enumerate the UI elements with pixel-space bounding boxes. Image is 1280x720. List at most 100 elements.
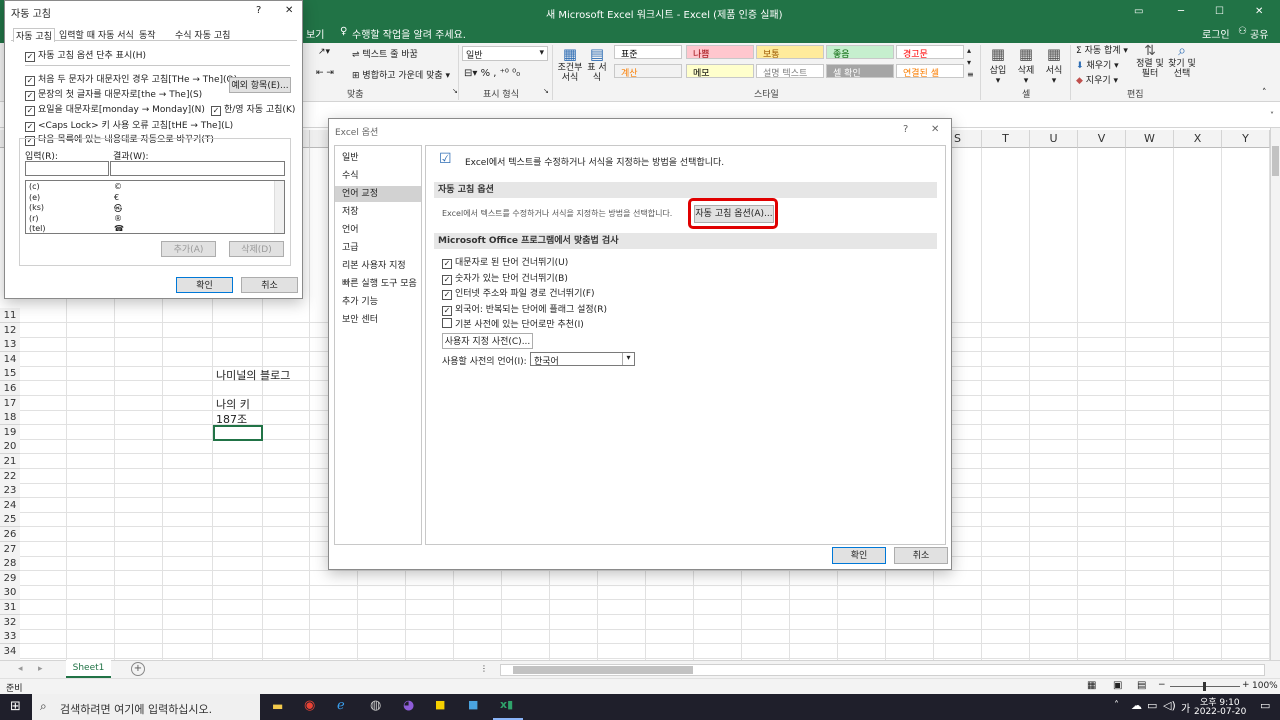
cell-style-option[interactable]: 나쁨 (686, 45, 754, 60)
app-icon[interactable]: ◍ (370, 698, 381, 713)
gallery-more-icon[interactable]: ≡ (967, 70, 974, 79)
clock-date[interactable]: 2022-07-20 (1194, 707, 1246, 717)
gallery-down-icon[interactable]: ▾ (967, 58, 971, 67)
row-header[interactable]: 14 (0, 351, 20, 367)
capitalize-days-checkbox[interactable]: ✓ 요일을 대문자로[monday → Monday](N) (25, 102, 205, 116)
autocorrect-tab[interactable]: 자동 고침 (13, 28, 55, 42)
autocorrect-tab[interactable]: 동작 (139, 28, 156, 41)
tell-me-box[interactable]: 수행할 작업을 알려 주세요. (352, 26, 466, 41)
column-header[interactable]: X (1174, 130, 1222, 148)
page-layout-icon[interactable]: ▣ (1113, 680, 1122, 691)
indent-icons[interactable]: ⇤ ⇥ (316, 68, 334, 78)
cell-d18[interactable]: 나의 키 (216, 396, 250, 412)
row-header[interactable]: 13 (0, 337, 20, 353)
han-eng-checkbox[interactable]: ✓ 한/영 자동 고침(K) (211, 102, 295, 116)
clear-button[interactable]: ◆ 지우기 ▾ (1076, 73, 1118, 86)
cell-style-option[interactable]: 셀 확인 (826, 64, 894, 79)
spelling-option-checkbox[interactable]: ✓ 인터넷 주소와 파일 경로 건너뛰기(F) (442, 286, 595, 300)
options-nav-item[interactable]: 수식 (335, 168, 421, 184)
show-buttons-checkbox[interactable]: ✓ 자동 고침 옵션 단추 표시(H) (25, 48, 146, 62)
autosum-button[interactable]: Σ 자동 합계 ▾ (1076, 43, 1128, 56)
delete-button[interactable]: ▦ 삭제 ▾ (1014, 45, 1038, 86)
app-icon[interactable]: ■ (468, 698, 478, 711)
messenger-icon[interactable]: ◕ (403, 698, 414, 713)
scroll-thumb[interactable] (1272, 146, 1279, 176)
gallery-up-icon[interactable]: ▴ (967, 46, 971, 55)
row-header[interactable]: 33 (0, 629, 20, 645)
weather-icon[interactable]: ☁ (1131, 699, 1142, 712)
column-header[interactable]: W (1126, 130, 1174, 148)
help-icon[interactable]: ? (256, 5, 261, 16)
show-hidden-icons[interactable]: ˄ (1114, 700, 1119, 711)
close-icon[interactable]: ✕ (931, 124, 939, 135)
cell-style-option[interactable]: 계산 (614, 64, 682, 79)
options-cancel-button[interactable]: 취소 (894, 547, 948, 564)
list-item[interactable]: (c) © (26, 182, 274, 192)
list-item[interactable]: (e) € (26, 193, 274, 203)
collapse-ribbon-icon[interactable]: ˄ (1262, 88, 1267, 98)
row-header[interactable]: 17 (0, 395, 20, 411)
row-header[interactable]: 24 (0, 497, 20, 513)
autocorrect-tab[interactable]: 수식 자동 고침 (175, 28, 230, 41)
close-icon[interactable]: ✕ (285, 5, 293, 16)
options-nav-item[interactable]: 고급 (335, 240, 421, 256)
scroll-thumb[interactable] (513, 666, 693, 674)
row-header[interactable]: 31 (0, 600, 20, 615)
row-header[interactable]: 16 (0, 381, 20, 396)
alignment-launcher-icon[interactable]: ↘ (452, 87, 458, 95)
caps-lock-checkbox[interactable]: ✓ <Caps Lock> 키 사용 오류 고침[tHE → The](L) (25, 118, 233, 132)
page-break-icon[interactable]: ▤ (1137, 680, 1146, 691)
cancel-button[interactable]: 취소 (241, 277, 298, 293)
ime-indicator[interactable]: 가 (1181, 700, 1190, 715)
column-header[interactable]: U (1030, 130, 1078, 148)
row-header[interactable]: 22 (0, 468, 20, 484)
list-item[interactable]: (r) ® (26, 214, 274, 224)
add-sheet-button[interactable]: + (131, 662, 145, 676)
row-header[interactable]: 18 (0, 410, 20, 426)
volume-icon[interactable]: ◁) (1163, 699, 1176, 712)
cell-d16[interactable]: 나미널의 블로그 (216, 367, 290, 383)
kakaotalk-icon[interactable]: ■ (435, 698, 445, 711)
windows-start-icon[interactable]: ⊞ (10, 699, 21, 714)
edge-icon[interactable]: ℯ (337, 698, 345, 713)
cell-style-option[interactable]: 연결된 셀 (896, 64, 964, 79)
dict-language-select[interactable]: 한국어 ▾ (530, 352, 635, 367)
zoom-out-icon[interactable]: − (1158, 680, 1166, 690)
zoom-in-icon[interactable]: + (1242, 680, 1250, 690)
list-item[interactable]: (tel) ☎ (26, 224, 274, 233)
row-header[interactable]: 20 (0, 439, 20, 455)
share-button[interactable]: 공유 (1250, 26, 1268, 41)
spelling-option-checkbox[interactable]: ✓ 대문자로 된 단어 건너뛰기(U) (442, 255, 568, 269)
cell-style-option[interactable]: 경고문 (896, 45, 964, 60)
autocorrect-tab[interactable]: 입력할 때 자동 서식 (59, 28, 134, 41)
replace-list[interactable]: (c) © (e) € (ks) ㉿ (r) ® (tel) ☎ (25, 180, 285, 234)
row-header[interactable]: 30 (0, 585, 20, 601)
row-header[interactable]: 27 (0, 541, 20, 557)
spelling-option-checkbox[interactable]: ✓ 숫자가 있는 단어 건너뛰기(B) (442, 271, 568, 285)
sort-filter-button[interactable]: ⇅ 정렬 및 필터 (1136, 43, 1164, 79)
normal-view-icon[interactable]: ▦ (1087, 680, 1096, 691)
number-format-select[interactable]: 일반 ▾ (462, 46, 548, 61)
fill-button[interactable]: ⬇ 채우기 ▾ (1076, 58, 1119, 71)
number-format-buttons[interactable]: ⊟▾ % , ⁺⁰ ⁰₀ (464, 68, 520, 79)
prev-sheet-icon[interactable]: ◂ (18, 664, 23, 674)
row-header[interactable]: 25 (0, 512, 20, 528)
row-header[interactable]: 34 (0, 643, 20, 659)
conditional-format-button[interactable]: ▦ 조건부 서식 (556, 45, 584, 85)
sheet-tab-sheet1[interactable]: Sheet1 (66, 660, 111, 678)
help-icon[interactable]: ? (903, 124, 908, 135)
row-header[interactable]: 29 (0, 570, 20, 586)
input-field[interactable] (25, 161, 109, 176)
options-nav-item[interactable]: 보안 센터 (335, 312, 421, 328)
ribbon-display-icon[interactable]: ▭ (1134, 6, 1143, 17)
network-icon[interactable]: ▭ (1147, 699, 1157, 712)
taskbar-search[interactable]: ⌕ 검색하려면 여기에 입력하십시오. (32, 694, 260, 720)
format-button[interactable]: ▦ 서식 ▾ (1042, 45, 1066, 86)
file-explorer-icon[interactable]: ▬ (272, 699, 283, 713)
horizontal-scrollbar[interactable] (500, 664, 1265, 676)
spelling-option-checkbox[interactable]: ✓ 외국어: 반복되는 단어에 플래그 설정(R) (442, 302, 607, 316)
column-header[interactable]: Y (1222, 130, 1270, 148)
row-header[interactable]: 19 (0, 424, 20, 440)
list-scrollbar[interactable] (274, 181, 284, 233)
column-header[interactable]: V (1078, 130, 1126, 148)
